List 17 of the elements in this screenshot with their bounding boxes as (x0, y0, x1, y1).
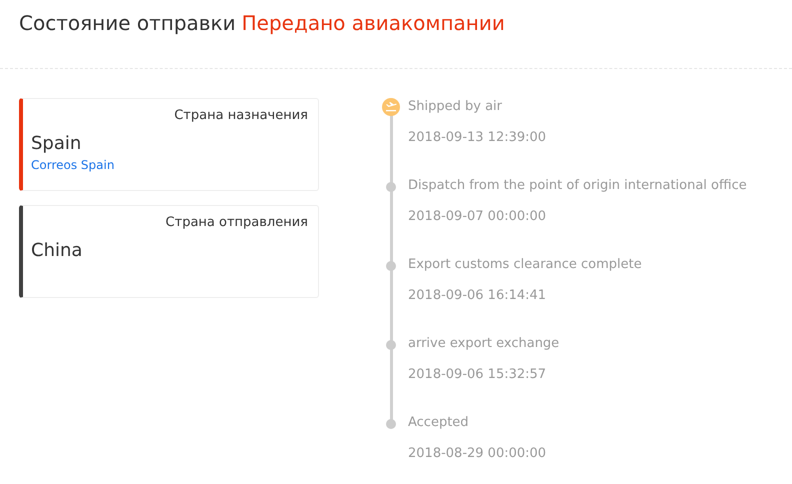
event-time: 2018-08-29 00:00:00 (408, 446, 546, 461)
page-title: Состояние отправки (19, 10, 236, 37)
event-time: 2018-09-06 15:32:57 (408, 367, 548, 382)
event-title: Export customs clearance complete (408, 256, 642, 274)
carrier-link[interactable]: Correos Spain (31, 158, 114, 172)
event-time: 2018-09-07 00:00:00 (408, 209, 548, 224)
event-time: 2018-09-06 16:14:41 (408, 288, 548, 303)
event-time: 2018-09-13 12:39:00 (408, 130, 546, 145)
card-caption: Страна отправления (166, 215, 308, 230)
country-name: Spain (31, 133, 82, 154)
card-caption: Страна назначения (174, 108, 308, 123)
shipment-status: Передано авиакомпании (242, 10, 505, 37)
country-name: China (31, 240, 82, 261)
event-title: Shipped by air (408, 98, 503, 116)
event-title: Accepted (408, 414, 470, 432)
event-title: arrive export exchange (408, 335, 560, 353)
event-title: Dispatch from the point of origin international office (408, 177, 747, 195)
